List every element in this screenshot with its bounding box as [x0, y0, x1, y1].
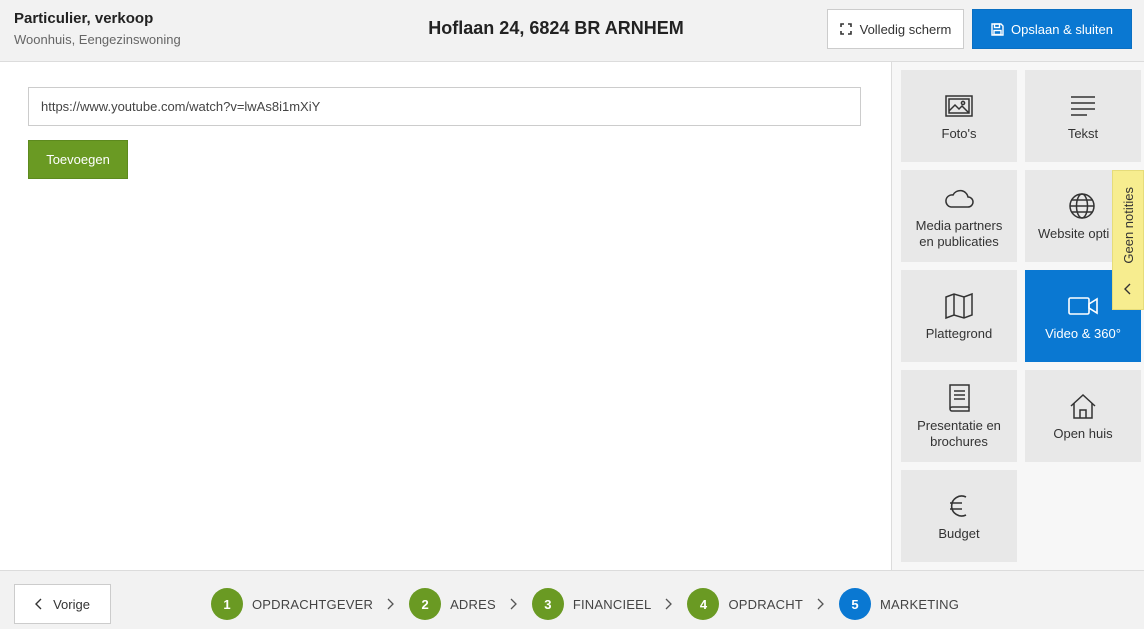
property-type-subtitle: Woonhuis, Eengezinswoning: [14, 32, 181, 47]
step-label: OPDRACHT: [728, 596, 803, 612]
chevron-left-icon: [1124, 283, 1131, 295]
chevron-right-icon: [387, 598, 394, 610]
floppy-disk-icon: [991, 22, 1004, 36]
save-and-close-button[interactable]: Opslaan & sluiten: [972, 9, 1132, 49]
house-icon: [1070, 393, 1096, 419]
step-address[interactable]: 2 ADRES: [409, 588, 496, 620]
euro-icon: [950, 494, 967, 517]
previous-label: Vorige: [53, 596, 90, 612]
tile-text-label: Tekst: [1067, 125, 1099, 141]
step-financial[interactable]: 3 FINANCIEEL: [531, 588, 652, 620]
video-camera-icon: [1068, 296, 1098, 315]
fullscreen-button[interactable]: Volledig scherm: [827, 9, 964, 49]
step-label: MARKETING: [880, 596, 960, 612]
tile-photos-label: Foto's: [941, 125, 977, 141]
tile-open-house-label: Open huis: [1053, 425, 1113, 441]
tile-video-360-label: Video & 360°: [1045, 325, 1121, 341]
wizard-steps: 1 OPDRACHTGEVER 2 ADRES 3 FINANCIEEL 4 O…: [211, 588, 959, 620]
main-content: Toevoegen: [0, 62, 891, 570]
tile-presentation-label-2: brochures: [930, 433, 988, 449]
chevron-right-icon: [510, 598, 517, 610]
map-icon: [945, 292, 973, 319]
fullscreen-icon: [839, 23, 852, 35]
add-button[interactable]: Toevoegen: [28, 140, 128, 179]
chevron-left-icon: [35, 598, 42, 610]
tile-floorplan-label: Plattegrond: [925, 325, 993, 341]
previous-button[interactable]: Vorige: [14, 584, 111, 624]
step-marketing[interactable]: 5 MARKETING: [839, 588, 959, 620]
tile-text[interactable]: Tekst: [1025, 70, 1141, 162]
tile-budget[interactable]: Budget: [901, 470, 1017, 562]
step-number: 5: [839, 588, 871, 620]
notes-tab[interactable]: Geen notities: [1112, 170, 1144, 310]
video-url-input[interactable]: [28, 87, 861, 126]
chevron-right-icon: [817, 598, 824, 610]
page-title: Hoflaan 24, 6824 BR ARNHEM: [428, 18, 684, 38]
step-label: OPDRACHTGEVER: [252, 596, 374, 612]
tile-open-house[interactable]: Open huis: [1025, 370, 1141, 462]
footer-wizard: Vorige 1 OPDRACHTGEVER 2 ADRES 3 FINANCI…: [0, 570, 1144, 629]
chevron-right-icon: [665, 598, 673, 610]
tile-presentation-label-1: Presentatie en: [917, 417, 1001, 433]
text-lines-icon: [1071, 95, 1095, 116]
tile-photos[interactable]: Foto's: [901, 70, 1017, 162]
globe-icon: [1069, 192, 1095, 219]
step-number: 3: [531, 588, 564, 620]
notes-tab-label: Geen notities: [1120, 187, 1136, 264]
step-label: ADRES: [450, 596, 496, 612]
tile-presentation-brochures[interactable]: Presentatie en brochures: [901, 370, 1017, 462]
step-client[interactable]: 1 OPDRACHTGEVER: [211, 588, 373, 620]
tile-budget-label: Budget: [938, 525, 980, 541]
tile-media-partners-label-2: en publicaties: [919, 233, 999, 249]
book-icon: [949, 383, 970, 412]
step-assignment[interactable]: 4 OPDRACHT: [687, 588, 803, 620]
tile-website-options-label: Website opti: [1038, 225, 1110, 241]
marketing-sidebar: Foto's Tekst Media partners en publicati…: [891, 62, 1144, 570]
save-and-close-label: Opslaan & sluiten: [1011, 21, 1113, 37]
step-label: FINANCIEEL: [572, 596, 652, 612]
step-number: 1: [211, 588, 243, 620]
step-number: 4: [687, 588, 720, 620]
tile-floorplan[interactable]: Plattegrond: [901, 270, 1017, 362]
image-icon: [945, 94, 973, 117]
tile-media-partners-label-1: Media partners: [915, 217, 1003, 233]
client-type-title: Particulier, verkoop: [14, 10, 154, 27]
fullscreen-label: Volledig scherm: [859, 21, 952, 37]
tile-media-partners[interactable]: Media partners en publicaties: [901, 170, 1017, 262]
step-number: 2: [409, 588, 442, 620]
cloud-icon: [945, 189, 974, 208]
header: Particulier, verkoop Woonhuis, Eengezins…: [0, 0, 1144, 62]
